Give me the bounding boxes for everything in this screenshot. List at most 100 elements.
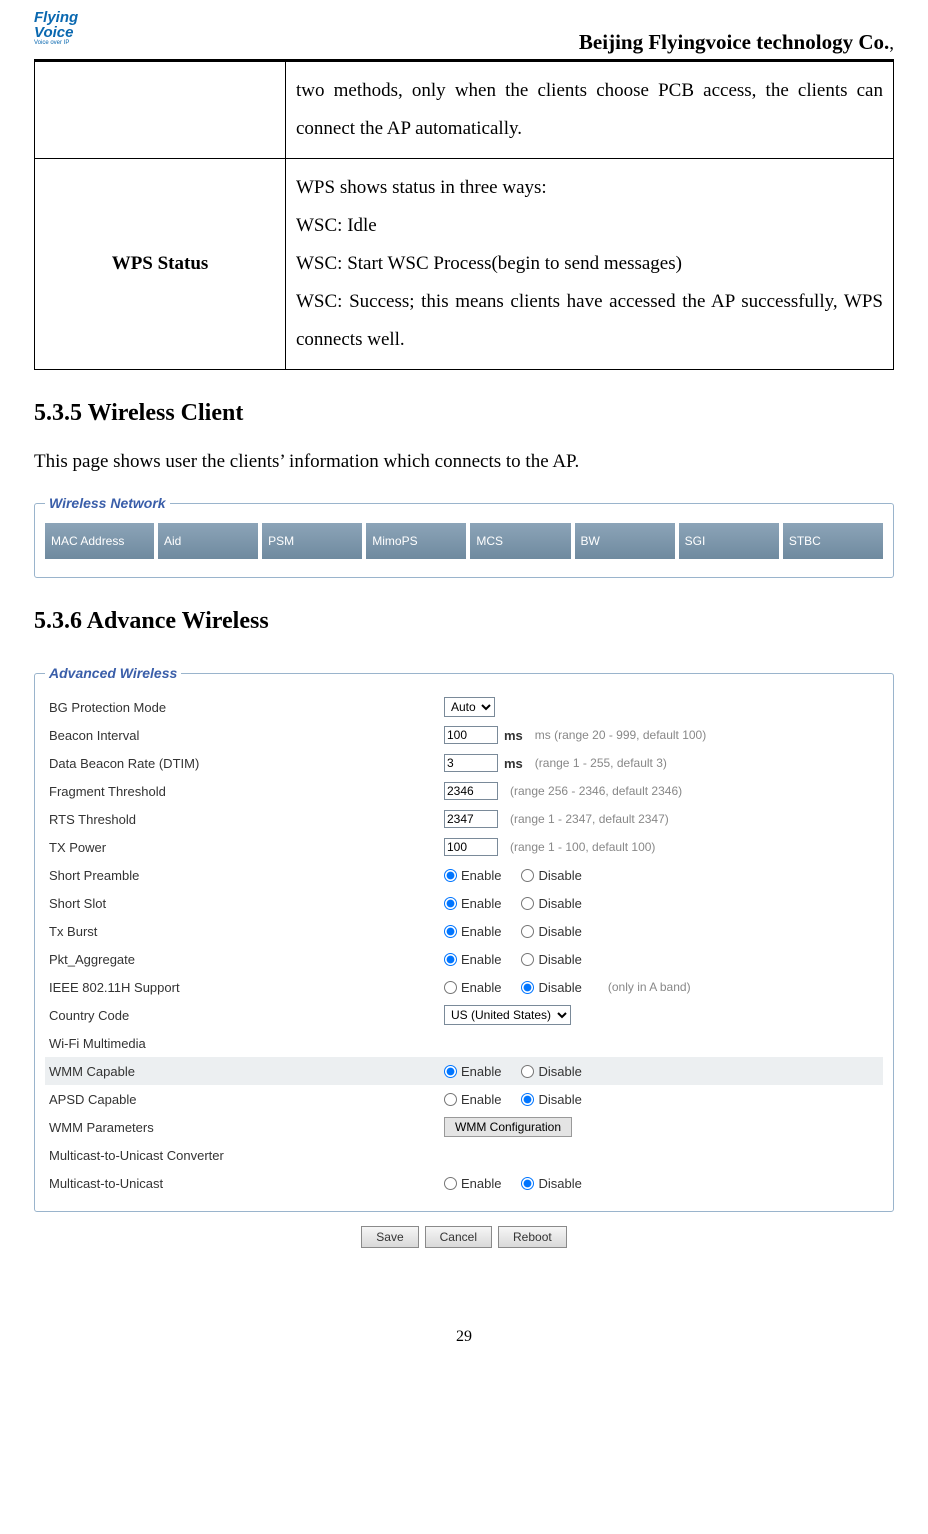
row-tx-power: TX Power (range 1 - 100, default 100) <box>45 833 883 861</box>
wireless-network-panel: Wireless Network MAC Address Aid PSM Mim… <box>34 495 894 578</box>
disable-label: Disable <box>538 1064 581 1079</box>
label-tx-burst: Tx Burst <box>49 924 444 939</box>
label-rts: RTS Threshold <box>49 812 444 827</box>
enable-label: Enable <box>461 1092 501 1107</box>
col-mcs: MCS <box>470 523 570 559</box>
row-country-code: Country Code US (United States) <box>45 1001 883 1029</box>
section-535-intro: This page shows user the clients’ inform… <box>34 447 894 477</box>
rts-threshold-input[interactable] <box>444 810 498 828</box>
beacon-interval-input[interactable] <box>444 726 498 744</box>
logo-text-top: Flying <box>34 10 94 25</box>
company-suffix: , <box>889 33 894 54</box>
row-fragment-threshold: Fragment Threshold (range 256 - 2346, de… <box>45 777 883 805</box>
col-mac: MAC Address <box>45 523 154 559</box>
dtim-input[interactable] <box>444 754 498 772</box>
disable-label: Disable <box>538 1176 581 1191</box>
dtim-hint: (range 1 - 255, default 3) <box>535 756 667 770</box>
col-mimops: MimoPS <box>366 523 466 559</box>
tx-hint: (range 1 - 100, default 100) <box>510 840 655 854</box>
row-pkt-aggregate: Pkt_Aggregate Enable Disable <box>45 945 883 973</box>
label-ieee: IEEE 802.11H Support <box>49 980 444 995</box>
beacon-hint-bold: ms <box>504 728 523 743</box>
disable-label: Disable <box>538 924 581 939</box>
row-wmm-parameters: WMM Parameters WMM Configuration <box>45 1113 883 1141</box>
enable-label: Enable <box>461 952 501 967</box>
row-m2u-converter: Multicast-to-Unicast Converter <box>45 1141 883 1169</box>
rts-hint: (range 1 - 2347, default 2347) <box>510 812 669 826</box>
label-country: Country Code <box>49 1008 444 1023</box>
disable-label: Disable <box>538 868 581 883</box>
row-dtim: Data Beacon Rate (DTIM) ms (range 1 - 25… <box>45 749 883 777</box>
pkt-agg-enable-radio[interactable] <box>444 953 457 966</box>
tx-power-input[interactable] <box>444 838 498 856</box>
section-536-heading: 5.3.6 Advance Wireless <box>34 608 894 635</box>
m2u-enable-radio[interactable] <box>444 1177 457 1190</box>
wmm-configuration-button[interactable]: WMM Configuration <box>444 1117 572 1137</box>
disable-label: Disable <box>538 952 581 967</box>
wmm-capable-disable-radio[interactable] <box>521 1065 534 1078</box>
enable-label: Enable <box>461 924 501 939</box>
ieee-hint: (only in A band) <box>608 980 691 994</box>
label-wmm-capable: WMM Capable <box>49 1064 444 1079</box>
apsd-enable-radio[interactable] <box>444 1093 457 1106</box>
fragment-threshold-input[interactable] <box>444 782 498 800</box>
wps-status-label: WPS Status <box>35 159 286 370</box>
row-bg-protection: BG Protection Mode Auto <box>45 693 883 721</box>
disable-label: Disable <box>538 896 581 911</box>
table-row: two methods, only when the clients choos… <box>35 62 894 159</box>
label-wifi-mm: Wi-Fi Multimedia <box>49 1036 444 1051</box>
label-pkt-aggregate: Pkt_Aggregate <box>49 952 444 967</box>
cancel-button[interactable]: Cancel <box>425 1226 492 1248</box>
country-code-select[interactable]: US (United States) <box>444 1005 571 1025</box>
col-psm: PSM <box>262 523 362 559</box>
m2u-disable-radio[interactable] <box>521 1177 534 1190</box>
short-preamble-enable-radio[interactable] <box>444 869 457 882</box>
wmm-capable-enable-radio[interactable] <box>444 1065 457 1078</box>
bg-protection-select[interactable]: Auto <box>444 697 495 717</box>
ieee-enable-radio[interactable] <box>444 981 457 994</box>
short-preamble-disable-radio[interactable] <box>521 869 534 882</box>
label-apsd: APSD Capable <box>49 1092 444 1107</box>
label-m2u: Multicast-to-Unicast <box>49 1176 444 1191</box>
enable-label: Enable <box>461 1064 501 1079</box>
label-m2u-conv: Multicast-to-Unicast Converter <box>49 1148 444 1163</box>
page-number: 29 <box>34 1328 894 1346</box>
label-frag: Fragment Threshold <box>49 784 444 799</box>
dtim-hint-bold: ms <box>504 756 523 771</box>
logo-tagline: Voice over IP <box>34 40 94 46</box>
row-short-slot: Short Slot Enable Disable <box>45 889 883 917</box>
wireless-network-header-row: MAC Address Aid PSM MimoPS MCS BW SGI ST… <box>45 523 883 559</box>
short-slot-enable-radio[interactable] <box>444 897 457 910</box>
row-ieee-80211h: IEEE 802.11H Support Enable Disable (onl… <box>45 973 883 1001</box>
label-bg-protection: BG Protection Mode <box>49 700 444 715</box>
label-beacon-interval: Beacon Interval <box>49 728 444 743</box>
row-short-preamble: Short Preamble Enable Disable <box>45 861 883 889</box>
enable-label: Enable <box>461 868 501 883</box>
col-aid: Aid <box>158 523 258 559</box>
col-bw: BW <box>575 523 675 559</box>
short-slot-disable-radio[interactable] <box>521 897 534 910</box>
tx-burst-enable-radio[interactable] <box>444 925 457 938</box>
logo: Flying Voice Voice over IP <box>34 10 94 55</box>
label-tx: TX Power <box>49 840 444 855</box>
row-tx-burst: Tx Burst Enable Disable <box>45 917 883 945</box>
wps-row1-desc: two methods, only when the clients choos… <box>286 62 894 159</box>
row-wmm-capable: WMM Capable Enable Disable <box>45 1057 883 1085</box>
enable-label: Enable <box>461 1176 501 1191</box>
company-main: Beijing Flyingvoice technology Co. <box>579 30 889 54</box>
tx-burst-disable-radio[interactable] <box>521 925 534 938</box>
section-535-heading: 5.3.5 Wireless Client <box>34 400 894 427</box>
apsd-disable-radio[interactable] <box>521 1093 534 1106</box>
wps-line1: WPS shows status in three ways: <box>296 177 547 198</box>
logo-text-bottom: Voice <box>34 25 94 40</box>
label-dtim: Data Beacon Rate (DTIM) <box>49 756 444 771</box>
enable-label: Enable <box>461 980 501 995</box>
save-button[interactable]: Save <box>361 1226 418 1248</box>
pkt-agg-disable-radio[interactable] <box>521 953 534 966</box>
col-sgi: SGI <box>679 523 779 559</box>
row-m2u: Multicast-to-Unicast Enable Disable <box>45 1169 883 1197</box>
advanced-wireless-panel: Advanced Wireless BG Protection Mode Aut… <box>34 665 894 1212</box>
reboot-button[interactable]: Reboot <box>498 1226 567 1248</box>
ieee-disable-radio[interactable] <box>521 981 534 994</box>
page-header: Flying Voice Voice over IP Beijing Flyin… <box>34 10 894 61</box>
